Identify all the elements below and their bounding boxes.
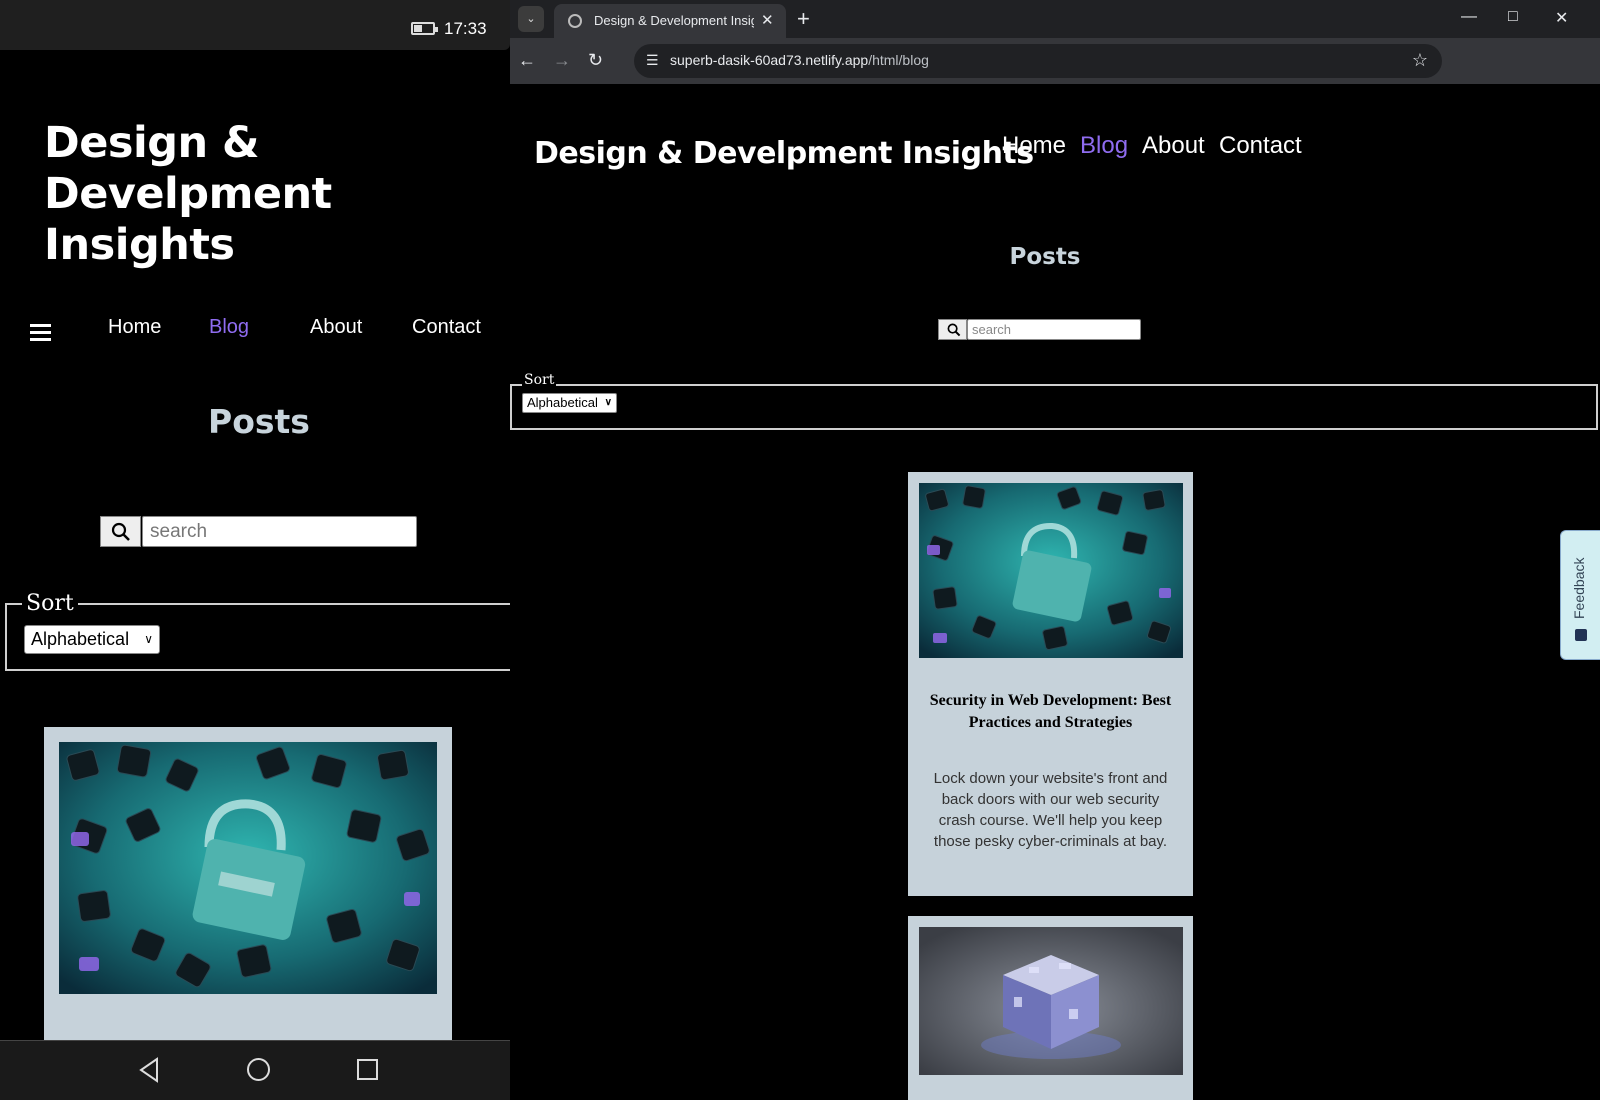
post-image-padlock-keys	[59, 742, 437, 994]
post-description: Lock down your website's front and back …	[933, 770, 1168, 850]
post-image-cube	[919, 927, 1183, 1075]
search-input[interactable]	[142, 516, 417, 547]
url-path: /html/blog	[868, 52, 929, 68]
browser-window: ⌄ Design & Development Insights ✕ + — □ …	[510, 0, 1600, 1100]
back-icon[interactable]	[138, 1057, 160, 1083]
site-title: Design & Develpment Insights	[534, 136, 1034, 171]
search-icon	[947, 323, 961, 337]
sort-select-value: Alphabetical	[31, 629, 130, 649]
feedback-icon	[1575, 629, 1587, 641]
nav-about[interactable]: About	[1142, 132, 1205, 160]
search-input[interactable]	[967, 319, 1141, 340]
window-close-icon[interactable]: ✕	[1555, 8, 1568, 28]
close-icon[interactable]: ✕	[761, 11, 774, 29]
back-arrow-icon[interactable]: ←	[518, 50, 536, 71]
maximize-icon[interactable]: □	[1508, 8, 1518, 26]
sort-legend: Sort	[22, 591, 78, 616]
nav-about[interactable]: About	[310, 316, 362, 339]
sort-select[interactable]: Alphabetical ∨	[522, 393, 617, 413]
browser-toolbar: ← → ↻ ☰ superb-dasik-60ad73.netlify.app/…	[510, 38, 1600, 84]
sort-fieldset	[510, 384, 1598, 430]
status-time: 17:33	[444, 19, 487, 38]
android-nav-bar	[0, 1040, 510, 1100]
nav-home[interactable]: Home	[1002, 132, 1066, 160]
site-title: Design & Develpment Insights	[44, 118, 332, 270]
post-card[interactable]	[908, 916, 1193, 1100]
nav-home[interactable]: Home	[108, 316, 161, 339]
chevron-down-icon: ⌄	[526, 13, 536, 25]
posts-heading: Posts	[208, 402, 310, 441]
search-button[interactable]	[100, 516, 141, 547]
chevron-down-icon: ∨	[144, 632, 153, 646]
home-icon[interactable]	[247, 1058, 270, 1081]
reload-icon[interactable]: ↻	[588, 50, 603, 71]
sort-legend: Sort	[522, 372, 557, 388]
tab-title: Design & Development Insights	[594, 13, 754, 28]
search-button[interactable]	[938, 319, 967, 340]
site-info-icon[interactable]: ☰	[646, 52, 659, 69]
post-card[interactable]: Security in Web Development: Best Practi…	[908, 472, 1193, 896]
post-image-padlock-keys	[919, 483, 1183, 658]
nav-contact[interactable]: Contact	[412, 316, 481, 339]
post-title[interactable]: Security in Web Development: Best Practi…	[920, 690, 1181, 734]
tab-search-button[interactable]: ⌄	[518, 6, 544, 32]
url-text: superb-dasik-60ad73.netlify.app/html/blo…	[670, 52, 929, 68]
bookmark-star-icon[interactable]: ☆	[1412, 50, 1428, 71]
minimize-icon[interactable]: —	[1461, 8, 1477, 26]
post-card[interactable]	[44, 727, 452, 1047]
posts-heading: Posts	[1009, 244, 1081, 270]
sort-select-value: Alphabetical	[527, 395, 598, 410]
sort-select[interactable]: Alphabetical ∨	[24, 625, 160, 654]
search-icon	[111, 522, 130, 541]
phone-screen: 17:33 Design & Develpment Insights Home …	[0, 0, 510, 1100]
new-tab-icon[interactable]: +	[797, 6, 810, 32]
hamburger-menu-icon[interactable]	[30, 324, 51, 341]
page-viewport: Design & Develpment Insights Home Blog A…	[510, 84, 1600, 1100]
globe-icon	[568, 14, 582, 28]
nav-blog[interactable]: Blog	[1080, 132, 1128, 160]
nav-contact[interactable]: Contact	[1219, 132, 1302, 160]
status-bar: 17:33	[0, 0, 510, 50]
forward-arrow-icon[interactable]: →	[553, 50, 571, 71]
tab-active[interactable]: Design & Development Insights ✕	[554, 4, 786, 38]
address-bar[interactable]: ☰ superb-dasik-60ad73.netlify.app/html/b…	[634, 44, 1442, 78]
feedback-label: Feedback	[1571, 557, 1587, 619]
feedback-tab[interactable]: Feedback	[1560, 530, 1600, 660]
recent-apps-icon[interactable]	[357, 1059, 378, 1080]
chevron-down-icon: ∨	[604, 397, 612, 408]
battery-icon	[411, 22, 438, 35]
nav-blog[interactable]: Blog	[209, 316, 249, 339]
tab-strip: ⌄ Design & Development Insights ✕ + — □ …	[510, 0, 1600, 38]
url-host: superb-dasik-60ad73.netlify.app	[670, 52, 869, 68]
